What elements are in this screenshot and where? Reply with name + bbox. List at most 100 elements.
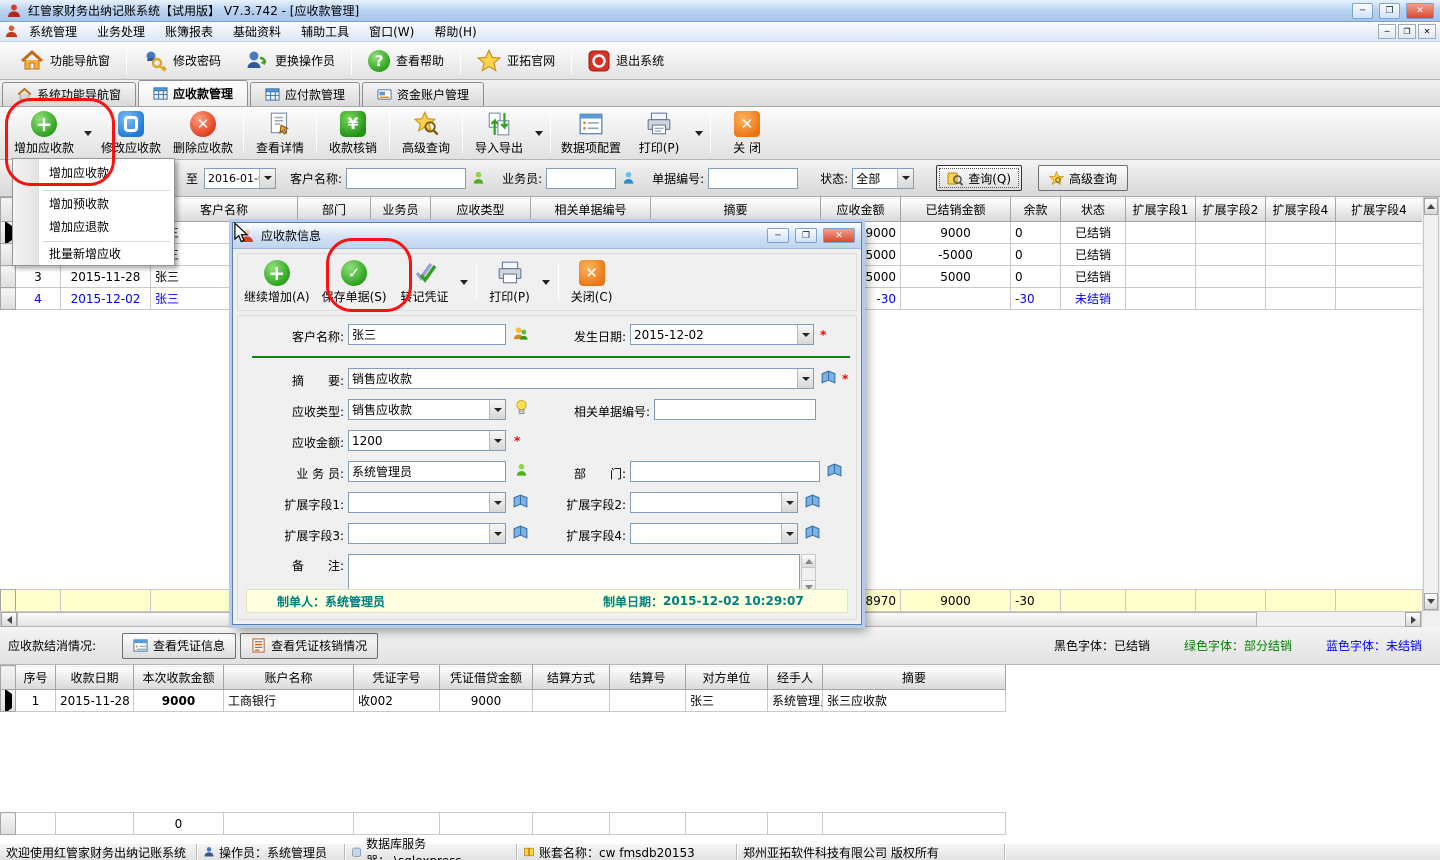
dialog-minimize-button[interactable]: ─	[767, 228, 789, 243]
dialog-ext3-combo[interactable]	[348, 523, 506, 544]
add-receivable-button[interactable]: + 增加应收款	[8, 109, 80, 158]
dialog-related-no-input[interactable]	[654, 399, 816, 420]
col-header[interactable]: 扩展字段1	[1126, 198, 1196, 222]
dialog-dept-input[interactable]	[630, 461, 820, 482]
dialog-ext4-combo[interactable]	[630, 523, 798, 544]
menu-help[interactable]: 帮助(H)	[424, 21, 486, 42]
post-voucher-button[interactable]: 转记凭证	[393, 258, 457, 307]
window-close-button[interactable]: ✕	[1406, 3, 1434, 19]
col-header[interactable]: 凭证字号	[354, 666, 440, 690]
col-header[interactable]: 序号	[16, 666, 56, 690]
dialog-print-dropdown[interactable]	[539, 260, 554, 304]
col-header[interactable]: 本次收款金额	[134, 666, 224, 690]
scroll-down-button[interactable]	[1424, 593, 1438, 610]
salesman-input[interactable]	[546, 168, 616, 189]
tab-cash-accounts[interactable]: 资金账户管理	[362, 82, 484, 106]
menu-window[interactable]: 窗口(W)	[359, 21, 424, 42]
col-header[interactable]: 账户名称	[224, 666, 354, 690]
book-icon[interactable]	[512, 493, 529, 510]
scroll-right-button[interactable]	[1405, 612, 1421, 627]
dialog-type-combo[interactable]: 销售应收款	[348, 399, 506, 420]
col-header[interactable]: 结算方式	[533, 666, 610, 690]
dialog-salesman-input[interactable]	[348, 461, 506, 482]
menu-basedata[interactable]: 基础资料	[223, 21, 291, 42]
dialog-close-action-button[interactable]: ✕ 关闭(C)	[563, 258, 621, 307]
dialog-close-button[interactable]: ✕	[823, 228, 855, 243]
dialog-note-textarea[interactable]	[348, 554, 800, 594]
col-header[interactable]: 摘要	[823, 666, 1006, 690]
mdi-restore-button[interactable]: ❐	[1398, 24, 1416, 39]
dialog-summary-combo[interactable]: 销售应收款	[348, 368, 814, 389]
menu-item-add-refund[interactable]: 增加应退款	[41, 217, 172, 238]
col-header[interactable]: 应收金额	[821, 198, 901, 222]
dialog-ext2-combo[interactable]	[630, 492, 798, 513]
continue-add-button[interactable]: + 继续增加(A)	[238, 258, 316, 307]
menu-item-add-receivable[interactable]: 增加应收款	[41, 163, 172, 184]
menu-item-batch-add[interactable]: 批量新增应收	[41, 244, 172, 265]
col-header[interactable]: 结算号	[610, 666, 686, 690]
dialog-amount-combo[interactable]: 1200	[348, 430, 506, 451]
change-password-button[interactable]: 修改密码	[131, 45, 233, 77]
save-voucher-button[interactable]: ✓ 保存单据(S)	[316, 258, 393, 307]
col-header[interactable]: 业务员	[371, 198, 431, 222]
exit-system-button[interactable]: 退出系统	[576, 45, 676, 77]
col-header[interactable]: 扩展字段2	[1196, 198, 1266, 222]
col-header[interactable]: 凭证借贷金额	[440, 666, 533, 690]
col-header[interactable]: 对方单位	[686, 666, 768, 690]
book-icon[interactable]	[804, 493, 821, 510]
doc-no-input[interactable]	[708, 168, 798, 189]
close-view-button[interactable]: ✕ 关 闭	[715, 109, 779, 158]
post-voucher-dropdown[interactable]	[457, 260, 472, 304]
col-header[interactable]: 应收类型	[431, 198, 531, 222]
col-header[interactable]: 经手人	[768, 666, 823, 690]
add-receivable-dropdown[interactable]	[80, 109, 95, 158]
settlement-row[interactable]: 1 2015-11-28 9000 工商银行 收002 9000 张三 系统管理…	[1, 690, 1006, 712]
book-icon[interactable]	[512, 524, 529, 541]
menu-tools[interactable]: 辅助工具	[291, 21, 359, 42]
advanced-query-button[interactable]: 高级查询	[394, 109, 458, 158]
col-header[interactable]: 部门	[298, 198, 371, 222]
status-combo[interactable]: 全部	[852, 168, 914, 189]
nav-window-button[interactable]: 功能导航窗	[8, 45, 122, 77]
verify-payment-button[interactable]: ¥ 收款核销	[321, 109, 385, 158]
scroll-left-button[interactable]	[1, 612, 17, 627]
query-button[interactable]: 查询(Q)	[936, 165, 1022, 191]
data-config-button[interactable]: 数据项配置	[555, 109, 627, 158]
dialog-maximize-button[interactable]: ❐	[795, 228, 817, 243]
col-header[interactable]: 余款	[1011, 198, 1061, 222]
scroll-up-button[interactable]	[1424, 198, 1438, 215]
window-minimize-button[interactable]: ─	[1352, 3, 1373, 19]
book-icon[interactable]	[820, 369, 837, 386]
col-header[interactable]: 状态	[1061, 198, 1126, 222]
menu-item-add-prepayment[interactable]: 增加预收款	[41, 194, 172, 215]
dialog-ext1-combo[interactable]	[348, 492, 506, 513]
print-dropdown[interactable]	[691, 109, 706, 158]
mdi-close-button[interactable]: ✕	[1418, 24, 1436, 39]
tab-receivables[interactable]: 应收款管理	[138, 80, 248, 106]
book-icon[interactable]	[826, 462, 843, 479]
col-header[interactable]: 相关单据编号	[531, 198, 651, 222]
delete-receivable-button[interactable]: ✕ 删除应收款	[167, 109, 239, 158]
switch-operator-button[interactable]: 更换操作员	[233, 45, 347, 77]
salesman-picker-icon[interactable]	[621, 170, 636, 186]
col-header[interactable]: 扩展字段4	[1336, 198, 1423, 222]
tab-system-nav[interactable]: 系统功能导航窗	[2, 82, 136, 106]
advanced-query-button-2[interactable]: 高级查询	[1038, 165, 1128, 191]
import-export-button[interactable]: 导入导出	[467, 109, 531, 158]
col-header[interactable]: 扩展字段4	[1266, 198, 1336, 222]
customer-picker-icon[interactable]	[512, 325, 529, 342]
dialog-date-combo[interactable]: 2015-12-02	[630, 324, 814, 345]
date-to-combo[interactable]: 2016-01-02	[204, 168, 276, 189]
dialog-print-button[interactable]: 打印(P)	[481, 258, 539, 307]
menu-business[interactable]: 业务处理	[87, 21, 155, 42]
menu-system[interactable]: 系统管理	[19, 21, 87, 42]
tab-payables[interactable]: 应付款管理	[250, 82, 360, 106]
dialog-customer-input[interactable]	[348, 324, 506, 345]
print-button[interactable]: 打印(P)	[627, 109, 691, 158]
salesman-picker-icon[interactable]	[514, 462, 529, 478]
book-icon[interactable]	[804, 524, 821, 541]
col-header[interactable]: 收款日期	[56, 666, 134, 690]
import-export-dropdown[interactable]	[531, 109, 546, 158]
menu-reports[interactable]: 账簿报表	[155, 21, 223, 42]
vertical-scrollbar[interactable]	[1423, 197, 1439, 611]
